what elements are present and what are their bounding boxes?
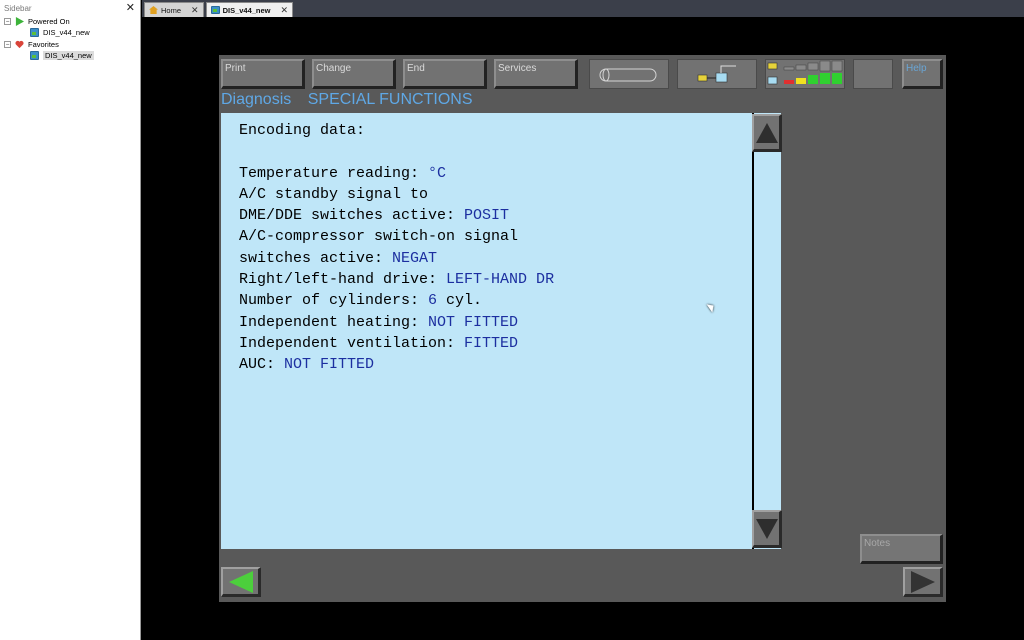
tab-bar: Home ✕ DIS_v44_new ✕ (142, 0, 1024, 17)
sidebar: Sidebar ✕ − Powered On DIS_v44_new − Fav… (0, 0, 141, 640)
vm-icon (30, 28, 39, 37)
heart-icon (15, 40, 24, 49)
vm-icon (30, 51, 39, 60)
vm-icon (210, 6, 220, 14)
drive-side: Right/left-hand drive: LEFT-HAND DR (239, 271, 555, 289)
content-line (239, 141, 752, 162)
home-icon (149, 6, 158, 14)
tree-item-label: DIS_v44_new (43, 51, 94, 60)
tree-item-vm[interactable]: DIS_v44_new (30, 27, 90, 38)
arrow-up-icon (755, 122, 778, 143)
forward-button[interactable] (903, 567, 943, 597)
change-button[interactable]: Change (312, 59, 396, 89)
signal-bars-icon (767, 60, 843, 85)
content-line: Encoding data: (239, 122, 366, 139)
dis-application: Print Change End Services Help Diagnosis… (219, 55, 946, 602)
tab-dis-vm[interactable]: DIS_v44_new ✕ (205, 2, 294, 17)
dme-dde-switches: DME/DDE switches active: POSIT (239, 207, 510, 225)
title-special-functions: SPECIAL FUNCTIONS (307, 91, 473, 108)
encoding-data-panel: Encoding data: Temperature reading: °C A… (221, 113, 752, 549)
cylinder-count: Number of cylinders: 6 cyl. (239, 292, 483, 310)
help-button[interactable]: Help (902, 59, 943, 89)
tab-label: DIS_v44_new (222, 5, 271, 15)
arrow-left-icon (228, 570, 253, 593)
cylinder-icon (599, 68, 657, 82)
tree-item-favorite-vm[interactable]: DIS_v44_new (30, 50, 94, 61)
notes-button[interactable]: Notes (860, 534, 943, 564)
independent-ventilation: Independent ventilation: FITTED (239, 334, 519, 352)
sidebar-header: Sidebar ✕ (0, 0, 140, 16)
close-icon[interactable]: ✕ (281, 5, 289, 16)
end-button[interactable]: End (403, 59, 487, 89)
scroll-down-button[interactable] (752, 510, 782, 548)
arrow-down-icon (755, 518, 778, 539)
services-button[interactable]: Services (494, 59, 578, 89)
print-button[interactable]: Print (221, 59, 305, 89)
blank-panel (853, 59, 893, 89)
content-line: A/C-compressor switch-on signal (239, 228, 519, 246)
tree-item-label: DIS_v44_new (43, 28, 90, 37)
temperature-reading: Temperature reading: °C (239, 164, 447, 182)
vehicle-connection-panel[interactable] (677, 59, 757, 89)
tree-item-label: Powered On (28, 17, 70, 26)
content-line: A/C standby signal to (239, 185, 429, 203)
connection-icon (697, 65, 736, 83)
close-icon[interactable]: ✕ (126, 2, 135, 14)
tree-item-favorites[interactable]: − Favorites (4, 39, 59, 50)
collapse-icon[interactable]: − (4, 41, 11, 48)
tree-item-powered-on[interactable]: − Powered On (4, 16, 70, 27)
close-icon[interactable]: ✕ (191, 5, 199, 16)
sidebar-title: Sidebar (4, 3, 32, 13)
collapse-icon[interactable]: − (4, 18, 11, 25)
measurement-panel[interactable] (589, 59, 669, 89)
scrollbar-track[interactable] (752, 113, 781, 549)
auc-status: AUC: NOT FITTED (239, 356, 375, 374)
back-button[interactable] (221, 567, 261, 597)
title-diagnosis: Diagnosis (221, 91, 292, 108)
scroll-up-button[interactable] (752, 114, 782, 152)
vm-screen[interactable]: Print Change End Services Help Diagnosis… (142, 17, 1024, 640)
tab-label: Home (161, 5, 182, 15)
independent-heating: Independent heating: NOT FITTED (239, 313, 519, 331)
tab-home[interactable]: Home ✕ (144, 2, 204, 17)
page-title: Diagnosis SPECIAL FUNCTIONS (221, 91, 472, 109)
signal-status-panel[interactable] (765, 59, 845, 89)
play-icon (15, 17, 24, 26)
tree-item-label: Favorites (28, 40, 59, 49)
arrow-right-icon (910, 570, 935, 593)
compressor-switches: switches active: NEGAT (239, 249, 438, 267)
